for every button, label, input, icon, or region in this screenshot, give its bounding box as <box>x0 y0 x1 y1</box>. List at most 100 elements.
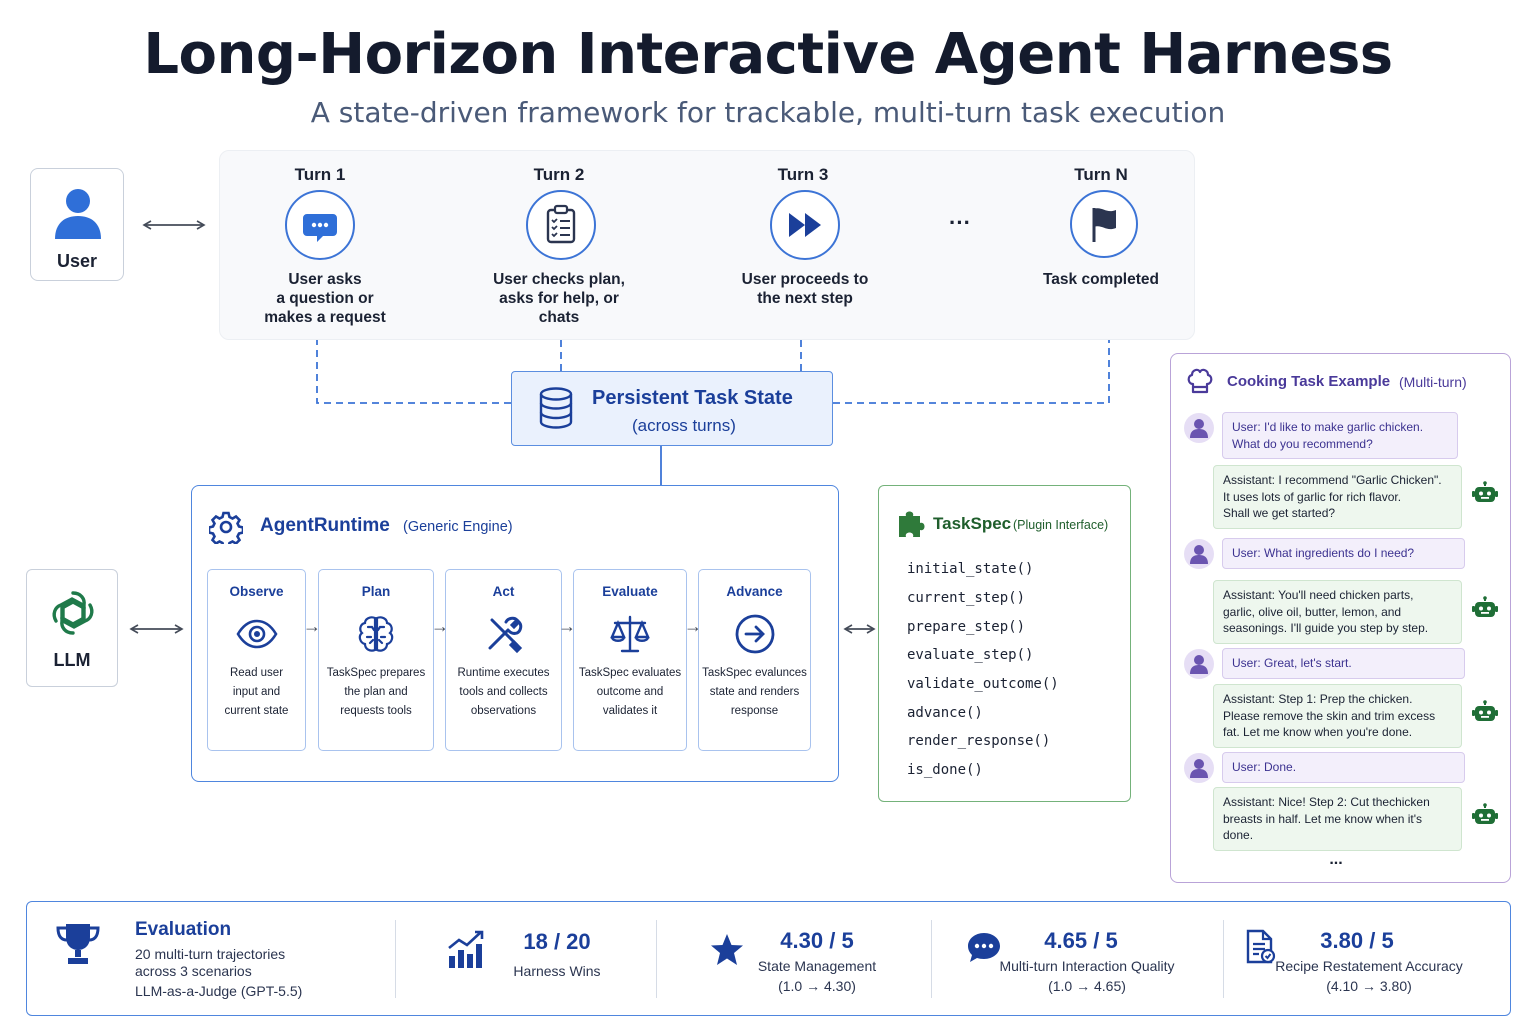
turn-desc-line: chats <box>538 309 580 326</box>
stage-observe: Observe Read user input and current stat… <box>207 569 306 751</box>
assistant-message: Assistant: I recommend "Garlic Chicken".… <box>1213 465 1462 529</box>
turn-desc-line: the next step <box>757 290 853 307</box>
evaluation-panel: Evaluation 20 multi-turn trajectories ac… <box>26 901 1511 1016</box>
method-is-done: is_done() <box>907 762 983 778</box>
turn-n-icon-circle <box>1070 190 1138 258</box>
method-advance: advance() <box>907 705 983 721</box>
user-message: User: What ingredients do I need? <box>1222 538 1465 569</box>
turn-desc-line: User checks plan, <box>493 271 625 288</box>
stage-desc-line: input and <box>232 686 281 698</box>
taskspec-panel: TaskSpec (Plugin Interface) initial_stat… <box>878 485 1131 802</box>
turn-1-desc: User asks a question or makes a request <box>240 270 410 327</box>
stage-desc-line: state and renders <box>709 686 800 698</box>
stage-title: Evaluate <box>602 584 658 599</box>
turn-desc-line: User proceeds to <box>741 271 869 288</box>
tools-icon <box>488 616 522 654</box>
turn-desc-line: asks for help, or <box>499 290 619 307</box>
stage-advance: Advance TaskSpec evalunces state and ren… <box>698 569 811 751</box>
user-node: User <box>30 168 124 281</box>
stage-desc-line: TaskSpec evaluates <box>578 667 682 679</box>
openai-logo-icon <box>52 591 94 635</box>
turn-desc-line: Task completed <box>1042 271 1159 288</box>
stage-title: Observe <box>229 584 284 599</box>
stage-title: Act <box>492 584 515 599</box>
scale-icon <box>610 615 650 653</box>
message-line: Assistant: I recommend "Garlic Chicken". <box>1223 473 1442 487</box>
message-line: seasonings. I'll guide you step by step. <box>1223 621 1429 635</box>
stage-desc-line: Read user <box>229 667 284 679</box>
user-message: User: Done. <box>1222 752 1465 783</box>
message-line: What do you recommend? <box>1232 436 1373 451</box>
stage-desc-line: Runtime executes <box>457 667 550 679</box>
stage-desc-line: response <box>730 705 779 717</box>
stage-desc: Runtime executes tools and collects obse… <box>446 664 561 721</box>
stage-act: Act Runtime executes tools and collects … <box>445 569 562 751</box>
divider <box>931 920 932 998</box>
stage-desc: TaskSpec evalunces state and renders res… <box>699 664 810 721</box>
user-avatar-icon <box>1184 753 1214 783</box>
stage-plan: Plan TaskSpec prepares the plan and requ… <box>318 569 434 751</box>
turn-desc-line: User asks <box>288 271 362 288</box>
llm-label: LLM <box>53 650 91 670</box>
message-line: Assistant: Nice! Step 2: Cut thechicken <box>1223 795 1430 809</box>
user-message: User: I'd like to make garlic chicken. Wh… <box>1222 412 1458 459</box>
metric-change: (1.0 → 4.30) <box>778 978 856 994</box>
message-line: fat. Let me know when you're done. <box>1223 725 1413 739</box>
assistant-message: Assistant: Nice! Step 2: Cut thechicken b… <box>1213 787 1462 851</box>
assistant-message: Assistant: You'll need chicken parts, gar… <box>1213 580 1462 644</box>
stage-desc: Read user input and current state <box>208 664 305 721</box>
llm-node: LLM <box>26 569 118 687</box>
turn-1: Turn 1 <box>255 165 385 185</box>
evaluation-line: across 3 scenarios <box>135 963 252 979</box>
runtime-title: AgentRuntime <box>260 515 390 536</box>
turn-desc-line: a question or <box>276 290 374 307</box>
state-subtitle: (across turns) <box>632 416 736 435</box>
database-icon <box>539 387 573 429</box>
robot-icon <box>1472 700 1498 724</box>
chef-hat-icon <box>1187 368 1213 394</box>
turn-title: Turn 3 <box>777 165 829 184</box>
message-line: Assistant: You'll need chicken parts, <box>1223 588 1414 602</box>
turn-n-desc: Task completed <box>1016 270 1186 289</box>
user-label: User <box>56 251 98 271</box>
turn-1-icon-circle <box>285 190 355 260</box>
stage-desc-line: the plan and <box>344 686 408 698</box>
taskspec-title: TaskSpec <box>933 514 1012 533</box>
runtime-subtitle: (Generic Engine) <box>403 519 513 535</box>
stage-title: Advance <box>726 584 783 599</box>
message-line: User: Great, let's start. <box>1232 656 1352 670</box>
turn-title: Turn 2 <box>533 165 585 184</box>
turn-3-desc: User proceeds to the next step <box>720 270 890 308</box>
stage-desc-line: current state <box>224 705 289 717</box>
chat-bubble-icon <box>303 214 337 242</box>
bar-chart-icon <box>448 930 484 968</box>
metric-label: Multi-turn Interaction Quality <box>999 958 1175 974</box>
divider <box>656 920 657 998</box>
message-line: done. <box>1223 828 1254 842</box>
message-line: User: What ingredients do I need? <box>1232 546 1415 560</box>
method-prepare-step: prepare_step() <box>907 619 1026 635</box>
stage-desc-line: observations <box>470 705 537 717</box>
metric-label: Recipe Restatement Accuracy <box>1275 958 1463 974</box>
metric-value: 4.65 / 5 <box>1044 928 1118 953</box>
agent-runtime-panel: AgentRuntime (Generic Engine) Observe Re… <box>191 485 839 782</box>
assistant-message: Assistant: Step 1: Prep the chicken. Plea… <box>1213 684 1462 748</box>
stage-desc-line: TaskSpec evalunces <box>702 667 807 679</box>
state-link-right <box>833 332 1115 404</box>
trophy-icon <box>56 924 100 964</box>
turn-3-icon-circle <box>770 190 840 260</box>
stage-desc-line: requests tools <box>340 705 412 717</box>
method-render-response: render_response() <box>907 733 1051 749</box>
arrow-circle-icon <box>735 614 774 654</box>
turn-title: Turn N <box>1074 165 1128 184</box>
turn-desc-line: makes a request <box>264 309 386 326</box>
brain-icon <box>358 616 394 652</box>
turn-n: Turn N <box>1036 165 1166 185</box>
persistent-task-state: Persistent Task State (across turns) <box>511 371 833 446</box>
robot-icon <box>1472 803 1498 827</box>
divider <box>1223 920 1224 998</box>
stage-desc-line: validates it <box>602 705 658 717</box>
eye-icon <box>235 619 278 649</box>
metric-label: State Management <box>757 958 877 974</box>
turn-3: Turn 3 <box>738 165 868 185</box>
